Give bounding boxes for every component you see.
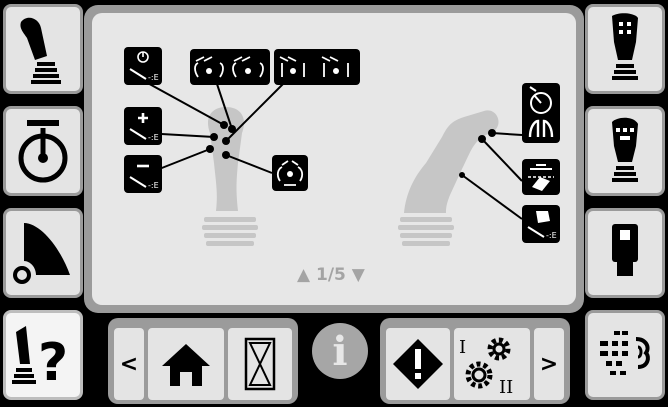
home-icon [162,344,210,386]
handle-switch-icon [612,117,638,182]
page-down-arrow[interactable]: ▼ [352,265,365,285]
svg-text:-:E: -:E [148,73,159,82]
joystick-view-icon [20,17,61,84]
handle-switch-button[interactable] [585,106,665,196]
handle-front-icon [612,13,638,80]
page-indicator: ▲ 1/5 ▼ [297,265,365,285]
handle-grip-button[interactable] [585,208,665,298]
engine-speed-icon [18,120,68,183]
page-up-arrow[interactable]: ▲ [297,265,310,285]
hourglass-button[interactable] [228,328,292,400]
rotate-left-icons [190,49,270,85]
joystick-minus-icon: -:E [124,155,162,193]
prev-button[interactable]: < [114,328,144,400]
sensor-settings-icon [600,331,650,375]
svg-text:-:E: -:E [546,231,557,240]
bottom-bar-left: < [108,318,298,404]
home-button[interactable] [148,328,224,400]
svg-text:i: i [332,328,347,375]
handle-grip-icon [612,224,638,276]
joystick-view-button[interactable] [3,4,83,94]
bucket-tilt-icon: -:E [522,205,560,243]
svg-text:-:E: -:E [148,181,159,190]
joystick-off-icon: -:E [124,47,162,85]
bottom-bar-right: I II > [380,318,570,404]
svg-text:I: I [459,337,466,358]
info-icon: i [312,323,368,379]
help-joystick-button[interactable]: ? [3,310,83,400]
warning-button[interactable] [386,328,450,400]
joystick-diagram: -:E -:E -:E -:E ▲ 1/5 ▼ [92,13,576,305]
engine-speed-button[interactable] [3,106,83,196]
sensor-settings-button[interactable] [585,310,665,400]
speed-dial-icon [522,83,560,143]
rotate-right-icons [274,49,360,85]
warning-icon [393,339,443,389]
info-button[interactable]: i [302,316,378,386]
auto-rotate-icon [272,155,308,191]
svg-text:-:E: -:E [148,133,159,142]
svg-text:II: II [499,377,513,397]
next-button[interactable]: > [534,328,564,400]
hourglass-icon [244,337,276,391]
settings-button[interactable]: I II [454,328,530,400]
bucket-mode-icon [522,159,560,195]
handle-front-button[interactable] [585,4,665,94]
help-joystick-icon: ? [12,326,68,390]
settings-gears-icon: I II [459,337,513,397]
page-number: 1/5 [316,265,346,285]
bucket-icon [13,223,70,284]
joystick-plus-icon: -:E [124,107,162,145]
bucket-button[interactable] [3,208,83,298]
help-question-mark: ? [38,333,68,390]
main-panel: -:E -:E -:E -:E ▲ 1/5 ▼ [84,5,584,313]
